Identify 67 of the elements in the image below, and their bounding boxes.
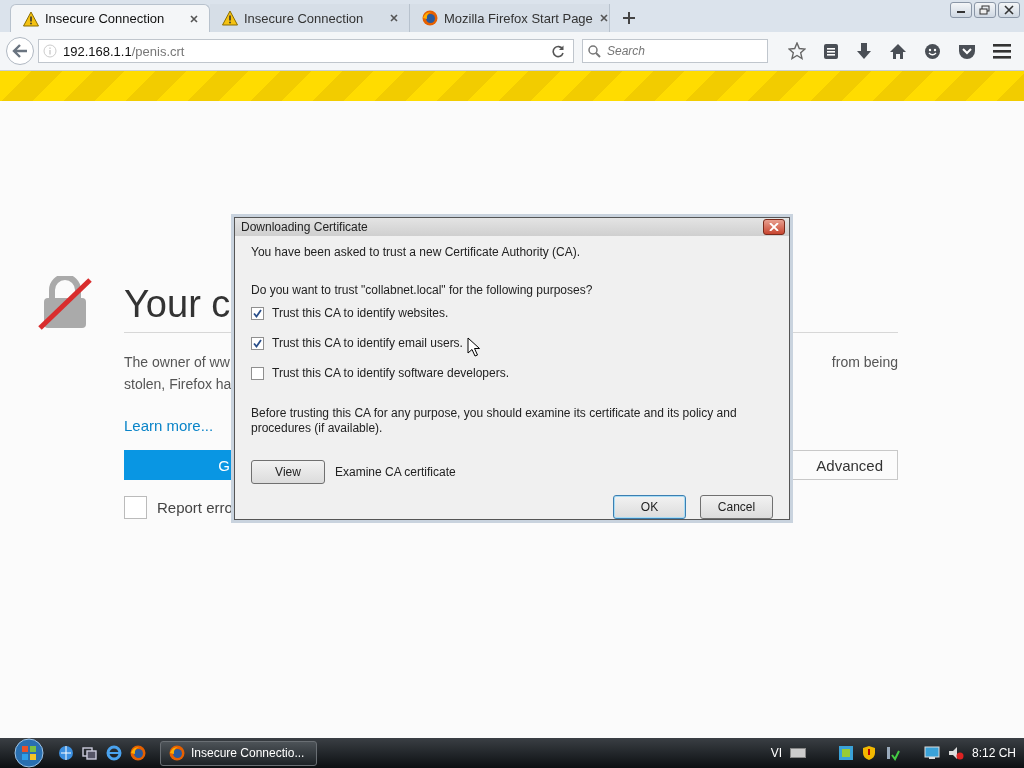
dialog-button[interactable]: Cancel (700, 495, 773, 519)
broken-lock-icon (38, 276, 92, 330)
browser-e-icon[interactable] (106, 745, 122, 761)
checkbox-label: Trust this CA to identify software developers. (272, 366, 509, 380)
body-text: stolen, Firefox ha (124, 375, 232, 394)
firefox-icon (169, 745, 185, 761)
dialog-button[interactable]: OK (613, 495, 686, 519)
body-text: The owner of ww (124, 353, 230, 372)
checkbox-label: Trust this CA to identify email users. (272, 336, 463, 350)
plus-icon[interactable] (622, 11, 636, 25)
warning-icon (23, 10, 39, 27)
warning-icon (222, 10, 238, 26)
close-button[interactable] (763, 219, 785, 235)
checkbox[interactable] (251, 336, 264, 350)
close-icon (1003, 5, 1015, 15)
checkbox[interactable] (251, 366, 264, 380)
reload-icon[interactable] (551, 44, 565, 58)
restore-icon (979, 5, 991, 15)
checkbox-label: Trust this CA to identify websites. (272, 306, 449, 320)
firefox-icon[interactable] (130, 745, 146, 761)
language-indicator[interactable]: VI (770, 746, 782, 760)
menu-icon[interactable] (993, 43, 1011, 59)
cursor-icon (466, 337, 480, 357)
browser-tab[interactable]: Insecure Connection (210, 4, 410, 32)
shield-icon[interactable] (861, 745, 876, 761)
view-button[interactable]: View (251, 460, 325, 484)
learn-more-link[interactable]: Learn more... (124, 417, 214, 434)
dialog-text: Before trusting this CA for any purpose, you should examine its certificate and its policy and procedures (if available). (251, 406, 738, 436)
speaker-muted-icon[interactable] (947, 745, 964, 761)
pocket-icon[interactable] (958, 42, 976, 60)
back-arrow-icon (12, 44, 28, 58)
globe-icon[interactable] (58, 745, 74, 761)
checkbox[interactable] (251, 306, 264, 320)
clipboard-icon[interactable] (823, 42, 839, 60)
network-icon[interactable] (837, 745, 854, 761)
smiley-icon[interactable] (924, 42, 941, 60)
info-icon (43, 44, 57, 58)
browser-tab[interactable]: Insecure Connection (10, 4, 210, 32)
firefox-icon (422, 10, 438, 26)
advanced-button[interactable]: Advanced (790, 450, 898, 480)
taskbar-button[interactable]: Insecure Connectio... (160, 740, 317, 766)
back-button[interactable] (6, 37, 34, 65)
close-icon (769, 223, 779, 231)
close-icon[interactable] (189, 13, 199, 24)
dialog-text: You have been asked to trust a new Certificate Authority (CA). (251, 245, 582, 259)
close-button[interactable] (998, 2, 1020, 18)
url-text: 192.168.1.1/penis.crt (63, 43, 185, 59)
monitor-icon[interactable] (923, 745, 940, 761)
keyboard-icon[interactable] (789, 748, 806, 758)
checkbox[interactable] (124, 496, 147, 519)
download-icon[interactable] (856, 42, 872, 60)
minimize-button[interactable] (950, 2, 972, 18)
button-caption: Examine CA certificate (335, 465, 456, 479)
address-field[interactable]: 192.168.1.1/penis.crt (38, 39, 574, 63)
browser-tab[interactable]: Mozilla Firefox Start Page (410, 4, 610, 32)
search-icon (588, 45, 601, 58)
dialog-title: Downloading Certificate (241, 220, 368, 234)
clock[interactable]: 8:12 CH (971, 746, 1016, 760)
search-field[interactable]: Search (582, 39, 768, 63)
home-icon[interactable] (889, 42, 907, 60)
dialog-text: Do you want to trust "collabnet.local" for the following purposes? (251, 283, 594, 297)
close-icon[interactable] (598, 13, 609, 23)
body-text: from being (831, 353, 898, 372)
restore-button[interactable] (974, 2, 996, 18)
close-icon[interactable] (389, 13, 399, 23)
star-icon[interactable] (788, 42, 806, 60)
windows-icon[interactable] (82, 745, 98, 761)
